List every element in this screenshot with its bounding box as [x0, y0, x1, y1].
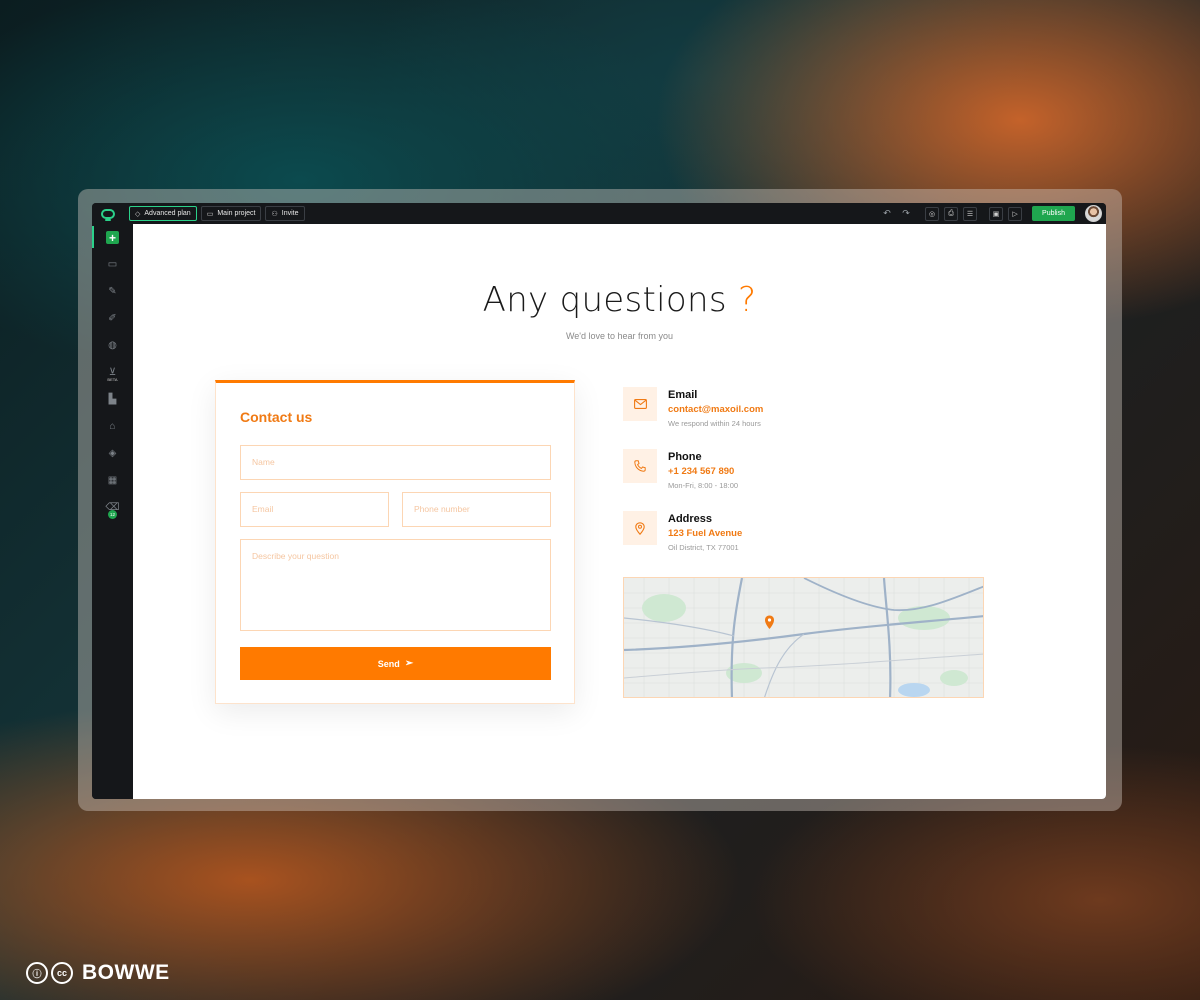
- question-textarea[interactable]: Describe your question: [240, 539, 551, 631]
- avatar[interactable]: [1085, 205, 1102, 222]
- email-note: We respond within 24 hours: [668, 419, 761, 428]
- email-value[interactable]: contact@maxoil.com: [668, 404, 763, 415]
- sidebar-item-shop[interactable]: ⊻ BETA: [92, 359, 133, 386]
- address-note: Oil District, TX 77001: [668, 543, 739, 552]
- page-title-text: Any questions: [482, 280, 727, 320]
- sidebar-item-apps[interactable]: ▦: [92, 467, 133, 494]
- page-canvas: Any questions ? We'd love to hear from y…: [133, 224, 1106, 799]
- toolbar-actions: ↶ ↷ ◎ ⎙ ☰ ▣ ▷ Publish: [875, 205, 1106, 222]
- export-page-icon[interactable]: ⎙: [944, 206, 959, 221]
- invite-label: Invite: [281, 210, 299, 217]
- advanced-plan-label: Advanced plan: [144, 210, 191, 217]
- phone-note: Mon-Fri, 8:00 - 18:00: [668, 481, 739, 490]
- diamond-icon: ◇: [135, 210, 141, 218]
- beta-badge: BETA: [107, 377, 118, 382]
- chart-icon: ▙: [108, 394, 117, 405]
- plus-icon: +: [106, 231, 119, 244]
- sidebar-item-stats[interactable]: ▙: [92, 386, 133, 413]
- location-map[interactable]: [623, 577, 984, 698]
- edit-icon: ✎: [108, 286, 117, 297]
- invite-button[interactable]: ⚇ Invite: [265, 206, 305, 221]
- folder-icon: ▭: [206, 210, 214, 218]
- mail-icon: [623, 387, 657, 421]
- pages-icon: ▭: [107, 259, 118, 270]
- publish-button[interactable]: Publish: [1032, 206, 1075, 221]
- location-pin-icon: [623, 511, 657, 545]
- preview-play-icon[interactable]: ▷: [1008, 206, 1023, 221]
- name-field[interactable]: Name: [240, 445, 551, 480]
- form-title: Contact us: [240, 409, 313, 425]
- map-graphic: [624, 578, 983, 697]
- email-label: Email: [668, 389, 698, 401]
- brand-logo: BOWWE: [82, 961, 170, 984]
- add-user-icon: ⚇: [271, 210, 278, 218]
- store-icon: ⌂: [109, 421, 116, 432]
- left-sidebar: + ▭ ✎ ✐ ◍ ⊻ BETA ▙ ⌂ ◈ ▦ ⌫ 12: [92, 224, 133, 799]
- globe-icon: ◍: [108, 340, 117, 351]
- trash-count-badge: 12: [108, 510, 117, 519]
- comments-icon[interactable]: ◎: [925, 206, 940, 221]
- editor-window: ◇ Advanced plan ▭ Main project ⚇ Invite …: [92, 203, 1106, 799]
- top-toolbar: ◇ Advanced plan ▭ Main project ⚇ Invite …: [92, 203, 1106, 224]
- phone-icon: [623, 449, 657, 483]
- phone-label: Phone: [668, 451, 702, 463]
- sidebar-item-trash[interactable]: ⌫ 12: [92, 494, 133, 521]
- footer-branding: ⓘ cc BOWWE: [26, 961, 170, 985]
- brush-icon: ✐: [108, 313, 117, 324]
- sidebar-item-edit[interactable]: ✎: [92, 278, 133, 305]
- redo-icon[interactable]: ↷: [899, 207, 913, 221]
- phone-field[interactable]: Phone number: [402, 492, 551, 527]
- cc-license-icon: cc: [51, 962, 73, 984]
- sidebar-item-add[interactable]: +: [92, 224, 133, 251]
- checklist-icon[interactable]: ☰: [963, 206, 978, 221]
- undo-icon[interactable]: ↶: [880, 207, 894, 221]
- main-project-label: Main project: [217, 210, 256, 217]
- address-value[interactable]: 123 Fuel Avenue: [668, 528, 742, 539]
- send-icon: ➢: [404, 658, 414, 669]
- address-label: Address: [668, 513, 713, 525]
- phone-value[interactable]: +1 234 567 890: [668, 466, 734, 477]
- email-field[interactable]: Email: [240, 492, 389, 527]
- grid-icon: ▦: [107, 475, 118, 486]
- contact-form-card: Contact us Name Email Phone number Descr…: [215, 380, 575, 704]
- sidebar-item-layers[interactable]: ◈: [92, 440, 133, 467]
- layers-icon: ◈: [108, 448, 117, 459]
- sidebar-item-pages[interactable]: ▭: [92, 251, 133, 278]
- sidebar-item-domains[interactable]: ◍: [92, 332, 133, 359]
- advanced-plan-button[interactable]: ◇ Advanced plan: [129, 206, 197, 221]
- send-label: Send: [377, 658, 400, 669]
- attribution-icon: ⓘ: [26, 962, 48, 984]
- main-project-button[interactable]: ▭ Main project: [200, 206, 262, 221]
- save-icon[interactable]: ▣: [989, 206, 1004, 221]
- sidebar-item-design[interactable]: ✐: [92, 305, 133, 332]
- send-button[interactable]: Send ➢: [240, 647, 551, 680]
- bowwe-logo-icon[interactable]: [101, 208, 115, 221]
- page-subtitle: We'd love to hear from you: [565, 331, 674, 341]
- page-title-mark: ?: [738, 280, 757, 320]
- page-title: Any questions ?: [133, 280, 1106, 320]
- sidebar-item-store[interactable]: ⌂: [92, 413, 133, 440]
